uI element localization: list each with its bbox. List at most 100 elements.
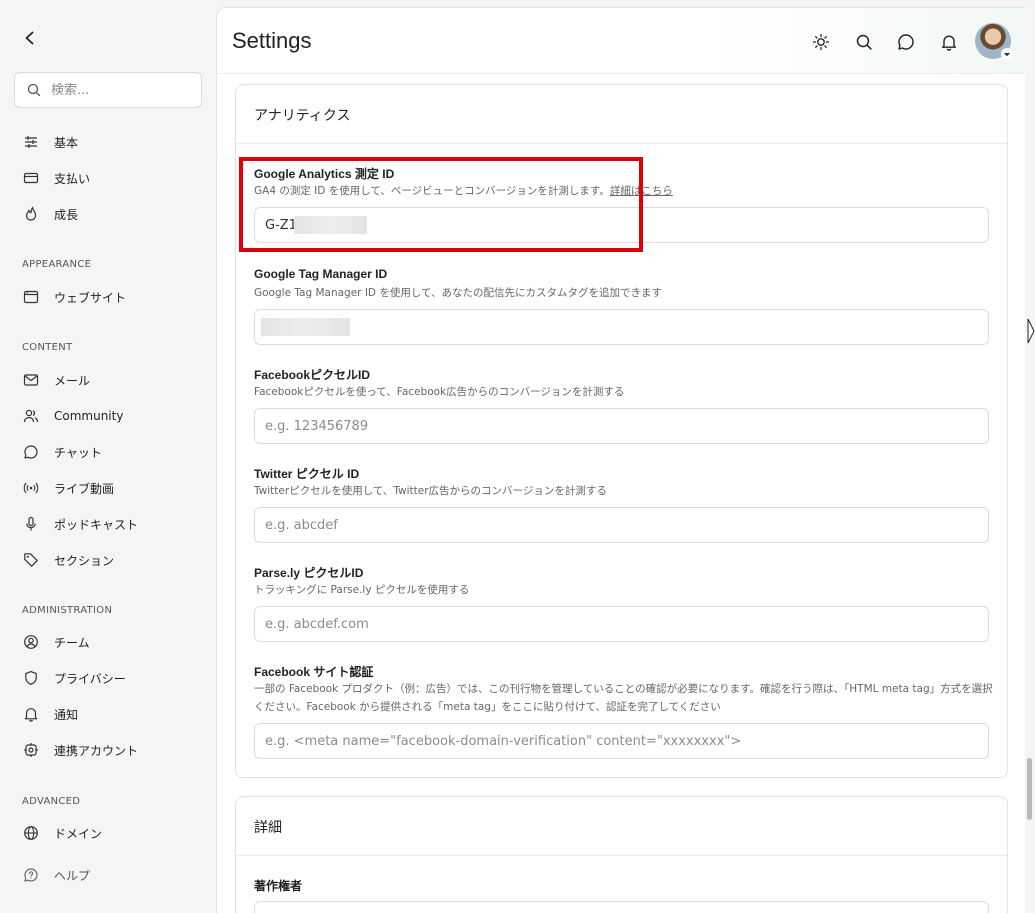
copyright-label: 著作権者 — [254, 879, 303, 893]
sidebar-item-label: Community — [54, 409, 124, 423]
parsely-label: Parse.ly ピクセルID — [254, 566, 364, 580]
sidebar-item-label: ポッドキャスト — [54, 517, 139, 532]
user-circle-icon — [22, 633, 40, 651]
sidebar-item-growth[interactable]: 成長 — [22, 201, 78, 227]
sidebar-item-label: 基本 — [54, 135, 79, 150]
sidebar-item-sections[interactable]: セクション — [22, 547, 114, 573]
chevron-left-icon — [25, 31, 34, 45]
fb-verify-desc-line: 一部の Facebook プロダクト（例：広告）では、この刊行物を管理しているこ… — [254, 683, 994, 695]
redacted-text — [261, 318, 350, 336]
fb-pixel-input[interactable] — [254, 408, 989, 444]
sidebar-item-label: ライブ動画 — [54, 481, 115, 496]
search-icon — [856, 34, 872, 50]
sidebar-item-mail[interactable]: メール — [22, 367, 90, 393]
card-divider — [236, 143, 1007, 144]
sidebar-item-payments[interactable]: 支払い — [22, 165, 90, 191]
analytics-title: アナリティクス — [254, 108, 351, 124]
broadcast-icon — [22, 479, 40, 497]
sidebar-item-label: ウェブサイト — [54, 290, 127, 305]
globe-icon — [22, 824, 40, 842]
fb-pixel-label: FacebookピクセルID — [254, 368, 371, 382]
section-heading-administration: ADMINISTRATION — [22, 605, 113, 616]
fb-verify-input[interactable] — [254, 723, 989, 759]
header-chat-button[interactable] — [894, 30, 918, 54]
header-search-button[interactable] — [852, 30, 876, 54]
theme-toggle-button[interactable] — [809, 30, 833, 54]
sidebar-item-domain[interactable]: ドメイン — [22, 820, 102, 846]
sidebar-item-label: ヘルプ — [54, 868, 91, 883]
sidebar-item-integrations[interactable]: 連携アカウント — [22, 737, 138, 763]
card-divider — [236, 855, 1007, 856]
sidebar-search-input[interactable] — [51, 82, 191, 98]
back-button[interactable] — [18, 26, 42, 50]
bell-icon — [22, 705, 40, 723]
redacted-text — [294, 216, 367, 234]
cursor-icon — [1027, 318, 1035, 348]
sidebar-item-label: プライバシー — [54, 671, 126, 686]
sidebar-item-chat[interactable]: チャット — [22, 439, 102, 465]
gtm-label: Google Tag Manager ID — [254, 267, 388, 281]
sidebar-item-basic[interactable]: 基本 — [22, 129, 78, 155]
parsely-input[interactable] — [254, 606, 989, 642]
chevron-down-icon — [1001, 48, 1013, 60]
analytics-card: アナリティクス Google Analytics 測定 ID GA4 の測定 I… — [235, 84, 1008, 778]
twitter-pixel-description: Twitterピクセルを使用して、Twitter広告からのコンバージョンを計測す… — [254, 485, 607, 497]
sidebar-item-notifications[interactable]: 通知 — [22, 701, 78, 727]
fb-verify-description: 一部の Facebook プロダクト（例：広告）では、この刊行物を管理しているこ… — [254, 680, 994, 716]
fb-pixel-description: Facebookピクセルを使って、Facebook広告からのコンバージョンを計測… — [254, 386, 625, 398]
sidebar-item-label: セクション — [54, 553, 115, 568]
sidebar-item-community[interactable]: Community — [22, 403, 123, 429]
sidebar-item-live-video[interactable]: ライブ動画 — [22, 475, 114, 501]
gtm-id-input[interactable] — [254, 309, 989, 345]
integration-icon — [22, 741, 40, 759]
parsely-description: トラッキングに Parse.ly ピクセルを使用する — [254, 584, 470, 596]
copyright-input[interactable] — [254, 901, 989, 913]
sun-icon — [812, 33, 830, 51]
sidebar-item-label: 支払い — [54, 171, 91, 186]
details-title: 詳細 — [254, 820, 282, 836]
sidebar-item-website[interactable]: ウェブサイト — [22, 284, 126, 310]
sidebar-item-label: 通知 — [54, 707, 79, 722]
twitter-pixel-label: Twitter ピクセル ID — [254, 467, 360, 481]
sidebar-item-privacy[interactable]: プライバシー — [22, 665, 126, 691]
twitter-pixel-input[interactable] — [254, 507, 989, 543]
section-heading-advanced: ADVANCED — [22, 796, 81, 807]
sidebar-item-podcast[interactable]: ポッドキャスト — [22, 511, 138, 537]
sidebar-item-help[interactable]: ヘルプ — [22, 862, 90, 888]
chat-icon — [898, 34, 914, 50]
section-heading-content: CONTENT — [22, 342, 73, 353]
sidebar-item-label: ドメイン — [54, 826, 103, 841]
page-title: Settings — [232, 28, 312, 53]
fb-verify-label: Facebook サイト認証 — [254, 665, 374, 679]
sliders-icon — [22, 133, 40, 151]
section-heading-appearance: APPEARANCE — [22, 259, 92, 270]
users-icon — [22, 407, 40, 425]
page-header: Settings — [217, 8, 1025, 74]
sidebar-search[interactable] — [14, 72, 202, 108]
main-panel: Settings アナリティクス Google Analytics 測定 ID … — [216, 7, 1025, 913]
credit-card-icon — [22, 169, 40, 187]
sidebar-item-label: メール — [54, 373, 91, 388]
browser-window-icon — [22, 288, 40, 306]
search-icon — [27, 83, 41, 97]
ga-label: Google Analytics 測定 ID — [254, 167, 395, 181]
ga-learn-more-link[interactable]: 詳細はこちら — [610, 185, 673, 197]
sidebar-item-team[interactable]: チーム — [22, 629, 90, 655]
sidebar: 基本 支払い 成長 APPEARANCE ウェブサイト CONTENT メール … — [0, 0, 216, 913]
flame-icon — [22, 205, 40, 223]
microphone-icon — [22, 515, 40, 533]
sidebar-item-label: チーム — [54, 635, 90, 650]
tag-icon — [22, 551, 40, 569]
header-notifications-button[interactable] — [937, 30, 961, 54]
chat-bubble-icon — [22, 443, 40, 461]
page-scrollbar[interactable] — [1027, 758, 1032, 820]
sidebar-item-label: 成長 — [54, 207, 79, 222]
details-card: 詳細 著作権者 — [235, 796, 1008, 913]
fb-verify-desc-line: ください。Facebook から提供される「meta tag」をここに貼り付けて… — [254, 701, 721, 713]
sidebar-item-label: チャット — [54, 445, 102, 460]
shield-icon — [22, 669, 40, 687]
sidebar-item-label: 連携アカウント — [54, 743, 139, 758]
avatar[interactable] — [975, 23, 1013, 60]
mail-icon — [22, 371, 40, 389]
ga-desc-text: GA4 の測定 ID を使用して、ページビューとコンバージョンを計測します。 — [254, 185, 610, 197]
